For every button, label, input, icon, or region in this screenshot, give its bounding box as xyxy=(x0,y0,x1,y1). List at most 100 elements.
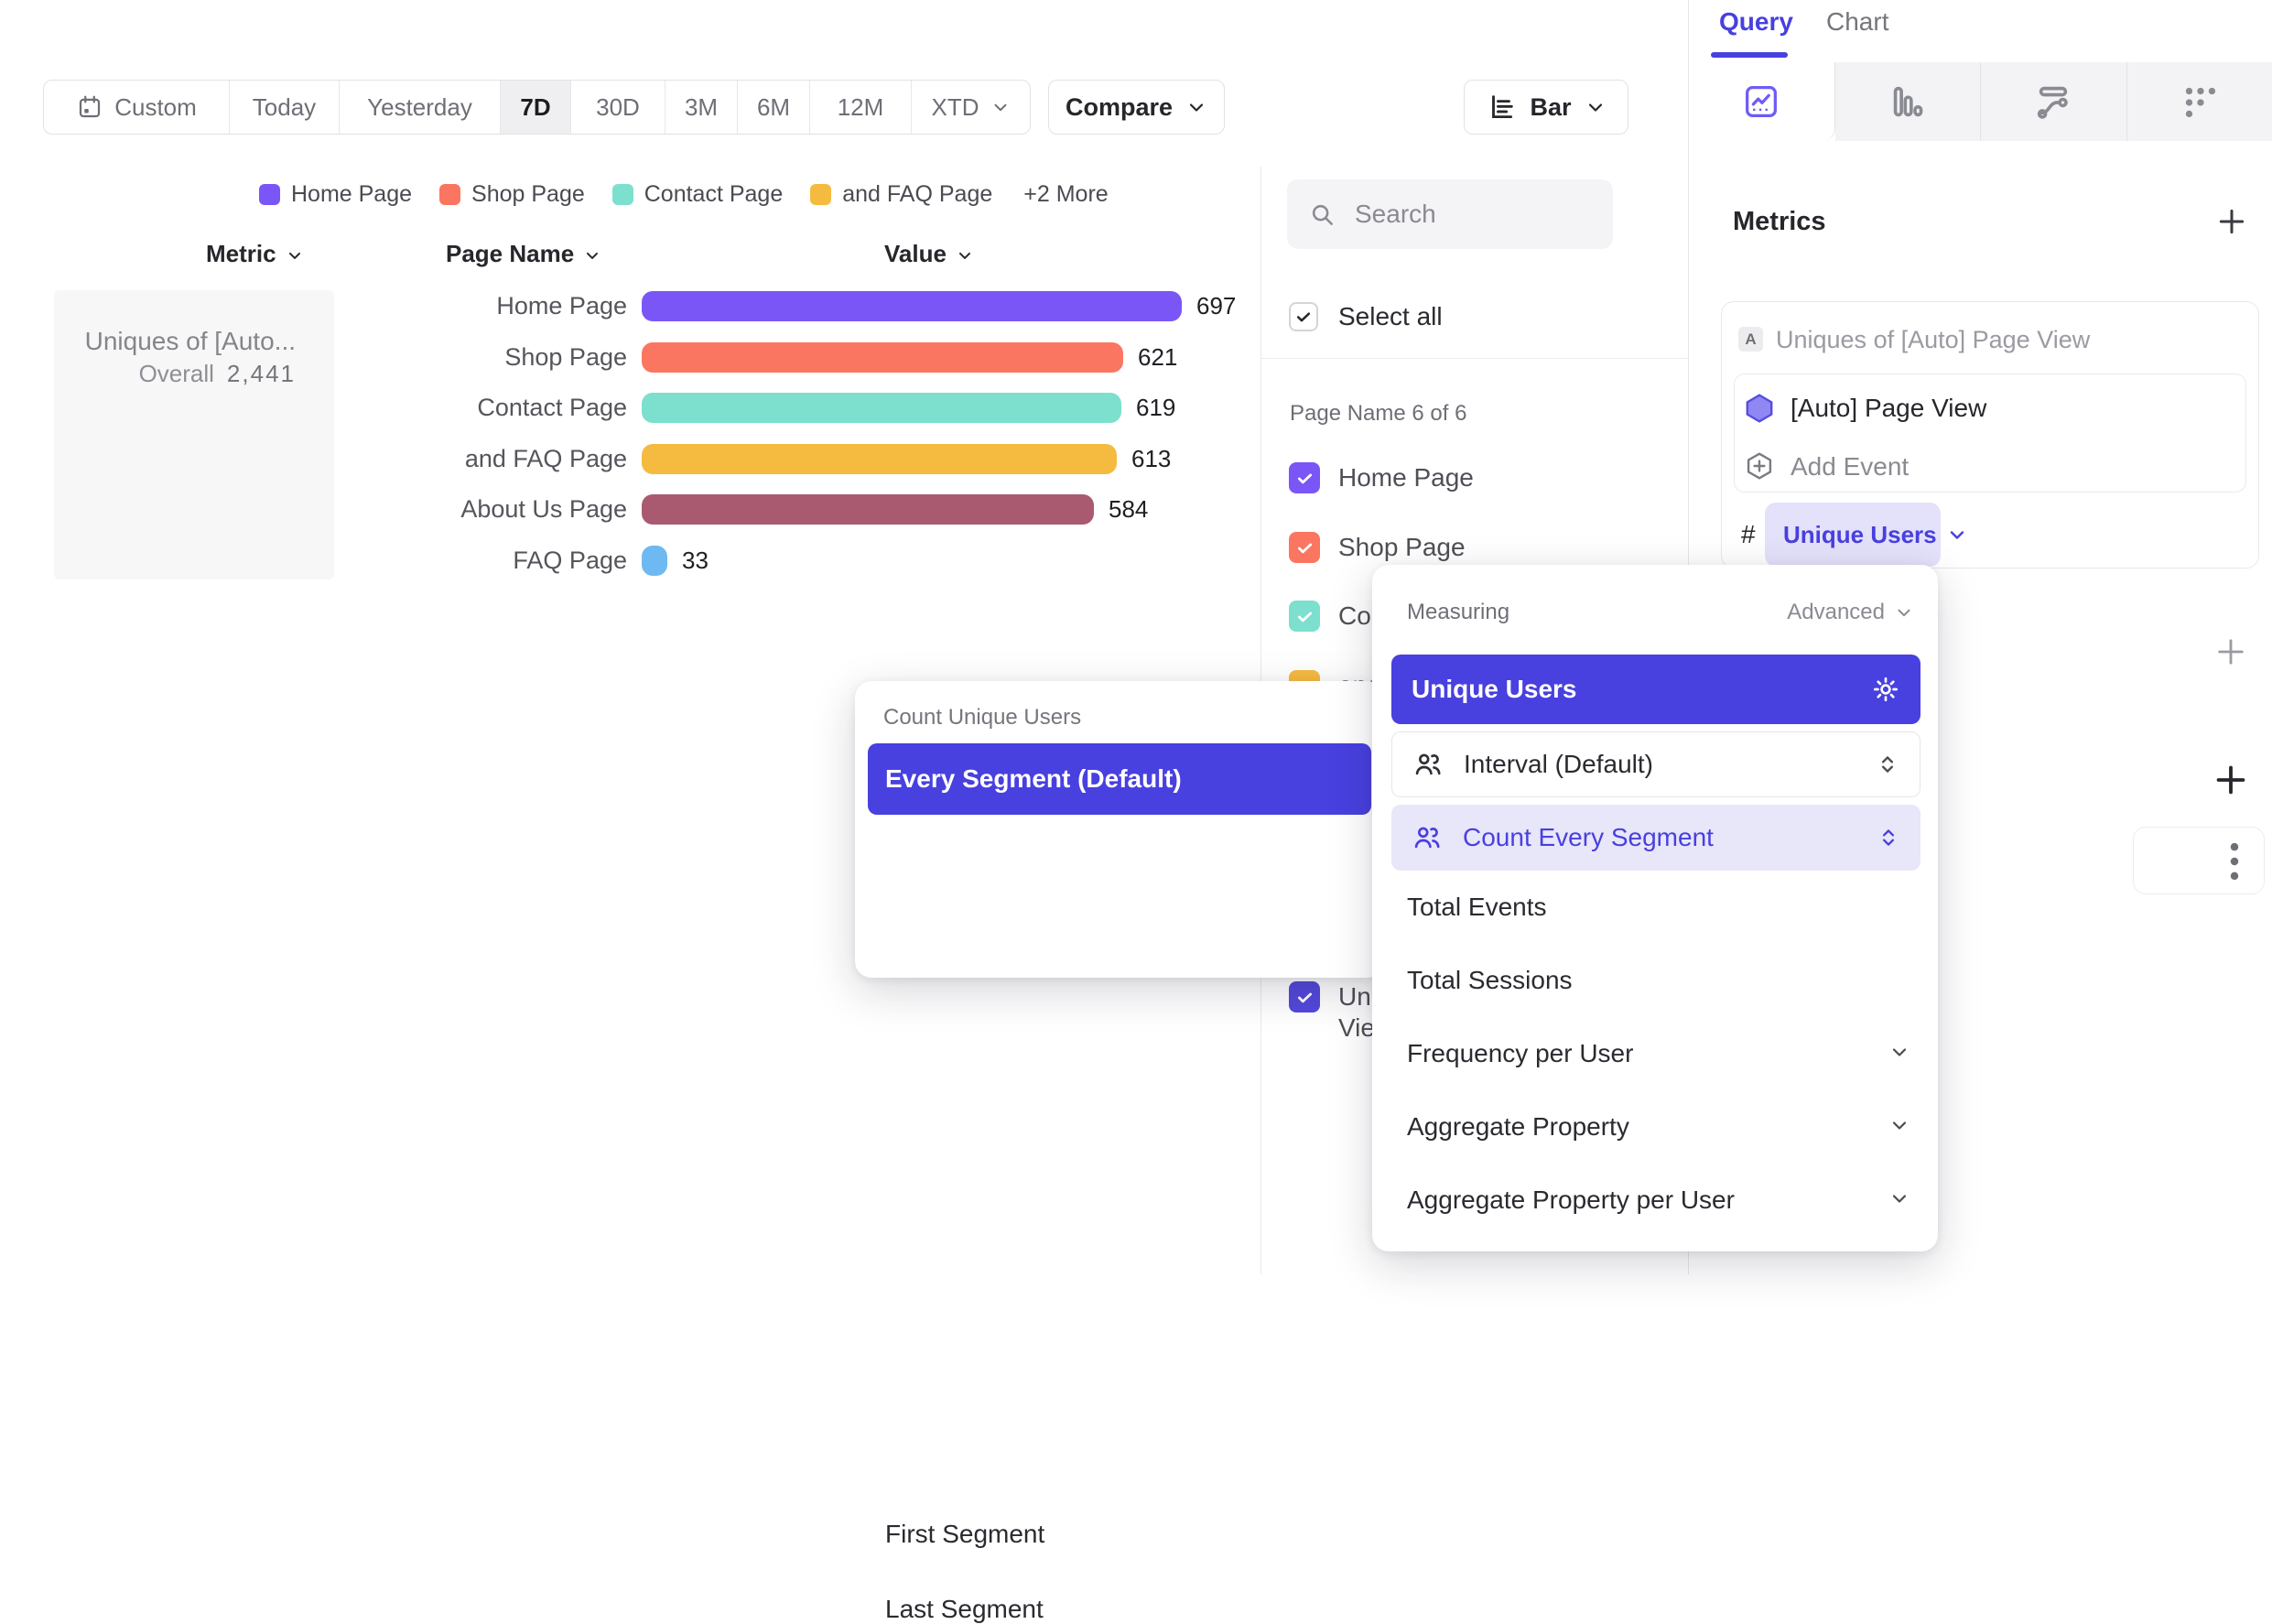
date-range-3m[interactable]: 3M xyxy=(665,81,738,134)
tab-flows[interactable] xyxy=(1981,62,2127,141)
count-menu-popup: Count Unique Users Every Segment (Defaul… xyxy=(855,681,1384,978)
bar-columns-icon xyxy=(1887,81,1929,123)
bar[interactable] xyxy=(642,444,1117,474)
metric-summary-card[interactable]: Uniques of [Auto... Overall2,441 xyxy=(54,290,334,579)
chart-legend: Home Page Shop Page Contact Page and FAQ… xyxy=(259,181,1109,208)
add-breakdown-button[interactable] xyxy=(2210,759,2252,801)
date-range-12m[interactable]: 12M xyxy=(810,81,912,134)
bar-category-label: Contact Page xyxy=(311,393,627,423)
chevron-down-icon xyxy=(1894,602,1914,623)
event-name[interactable]: [Auto] Page View xyxy=(1791,394,1986,423)
tab-query[interactable]: Query xyxy=(1719,7,1793,37)
column-header-value[interactable]: Value xyxy=(884,240,974,268)
measuring-title: Measuring xyxy=(1407,600,1509,625)
select-all-label: Select all xyxy=(1338,302,1443,331)
segment-mode-selector[interactable]: Count Every Segment xyxy=(1391,805,1920,871)
date-range-custom[interactable]: Custom xyxy=(44,81,230,134)
filter-group-label: Page Name 6 of 6 xyxy=(1290,401,1466,427)
tab-funnels[interactable] xyxy=(1835,62,1982,141)
tab-chart[interactable]: Chart xyxy=(1826,7,1888,37)
date-range-control: Custom Today Yesterday 7D 30D 3M 6M 12M … xyxy=(43,80,1031,135)
bar-row: Contact Page 619 xyxy=(0,393,1260,423)
legend-more[interactable]: +2 More xyxy=(1023,181,1108,208)
date-range-30d[interactable]: 30D xyxy=(571,81,665,134)
plus-icon xyxy=(2210,759,2252,801)
chevron-down-icon xyxy=(1888,1114,1910,1136)
search-icon xyxy=(1307,200,1336,229)
bar[interactable] xyxy=(642,342,1123,373)
bar[interactable] xyxy=(642,546,667,576)
select-all-row: Select all xyxy=(1289,302,1443,331)
bar-value: 584 xyxy=(1109,494,1148,525)
filter-checkbox[interactable] xyxy=(1289,462,1320,493)
legend-item[interactable]: Shop Page xyxy=(439,181,585,208)
check-icon xyxy=(1295,988,1315,1007)
chevron-down-icon xyxy=(583,244,601,265)
advanced-dropdown[interactable]: Advanced xyxy=(1787,600,1914,625)
bar-value: 621 xyxy=(1138,342,1177,373)
legend-item[interactable]: and FAQ Page xyxy=(810,181,992,208)
filter-checkbox[interactable] xyxy=(1289,532,1320,563)
date-range-yesterday[interactable]: Yesterday xyxy=(340,81,501,134)
legend-item[interactable]: Home Page xyxy=(259,181,412,208)
interval-selector[interactable]: Interval (Default) xyxy=(1391,731,1920,797)
chevron-down-icon xyxy=(990,97,1011,117)
bar-row: Shop Page 621 xyxy=(0,342,1260,373)
menu-item-total-sessions[interactable]: Total Sessions xyxy=(1407,966,1573,995)
date-range-7d[interactable]: 7D xyxy=(501,81,571,134)
bar-row: FAQ Page 33 xyxy=(0,546,1260,576)
column-header-page-name[interactable]: Page Name xyxy=(446,240,601,268)
legend-item[interactable]: Contact Page xyxy=(612,181,784,208)
legend-swatch xyxy=(439,184,460,205)
bar[interactable] xyxy=(642,291,1182,321)
metric-letter-badge: A xyxy=(1738,327,1763,352)
bar[interactable] xyxy=(642,494,1094,525)
add-filter-button[interactable] xyxy=(2212,633,2250,671)
search-input[interactable] xyxy=(1353,199,1585,230)
chart-type-button[interactable]: Bar xyxy=(1464,80,1628,135)
bar-category-label: Shop Page xyxy=(311,342,627,373)
menu-item-every-segment[interactable]: Every Segment (Default) xyxy=(868,743,1371,815)
filter-item: Shop Page xyxy=(1289,532,1466,563)
count-menu-title: Count Unique Users xyxy=(883,705,1081,731)
plus-icon xyxy=(2213,203,2250,240)
flow-sankey-icon xyxy=(2032,81,2074,123)
bar-row: Home Page 697 xyxy=(0,291,1260,321)
bar-row: About Us Page 584 xyxy=(0,494,1260,525)
people-icon xyxy=(1412,822,1443,853)
filter-divider xyxy=(1260,358,1688,359)
bar[interactable] xyxy=(642,393,1121,423)
filter-checkbox[interactable] xyxy=(1289,601,1320,632)
menu-item-first-segment[interactable]: First Segment xyxy=(885,1520,1044,1549)
menu-item-frequency[interactable]: Frequency per User xyxy=(1407,1039,1633,1068)
add-event-icon xyxy=(1744,450,1775,482)
date-range-xtd[interactable]: XTD xyxy=(912,81,1030,134)
column-header-metric[interactable]: Metric xyxy=(206,240,304,268)
add-event-button[interactable]: Add Event xyxy=(1791,452,1909,482)
calendar-icon xyxy=(76,93,103,121)
menu-item-aggregate-property-per-user[interactable]: Aggregate Property per User xyxy=(1407,1186,1735,1215)
bar-value: 33 xyxy=(682,546,709,576)
mixpanel-insights-report: { "toolbar": { "date_ranges": ["Custom",… xyxy=(0,0,2272,1274)
menu-item-aggregate-property[interactable]: Aggregate Property xyxy=(1407,1112,1629,1142)
menu-item-unique-users[interactable]: Unique Users xyxy=(1391,655,1920,724)
gear-icon[interactable] xyxy=(1871,675,1900,704)
kebab-menu-icon[interactable] xyxy=(2223,840,2246,882)
tab-retention[interactable] xyxy=(2127,62,2272,141)
filter-checkbox[interactable] xyxy=(1289,981,1320,1012)
bar-category-label: FAQ Page xyxy=(311,546,627,576)
tab-insights[interactable] xyxy=(1689,62,1835,141)
date-range-today[interactable]: Today xyxy=(230,81,340,134)
aggregation-selector[interactable]: Unique Users xyxy=(1765,503,1941,567)
select-all-checkbox[interactable] xyxy=(1289,302,1318,331)
menu-item-last-segment[interactable]: Last Segment xyxy=(885,1595,1044,1624)
bar-value: 613 xyxy=(1131,444,1171,474)
compare-button[interactable]: Compare xyxy=(1048,80,1225,135)
add-metric-button[interactable] xyxy=(2213,203,2250,240)
people-icon xyxy=(1412,749,1444,780)
dots-triangle-icon xyxy=(2179,81,2221,123)
check-icon xyxy=(1295,469,1315,488)
menu-item-total-events[interactable]: Total Events xyxy=(1407,893,1547,922)
date-range-6m[interactable]: 6M xyxy=(738,81,810,134)
filter-item: Home Page xyxy=(1289,462,1474,493)
